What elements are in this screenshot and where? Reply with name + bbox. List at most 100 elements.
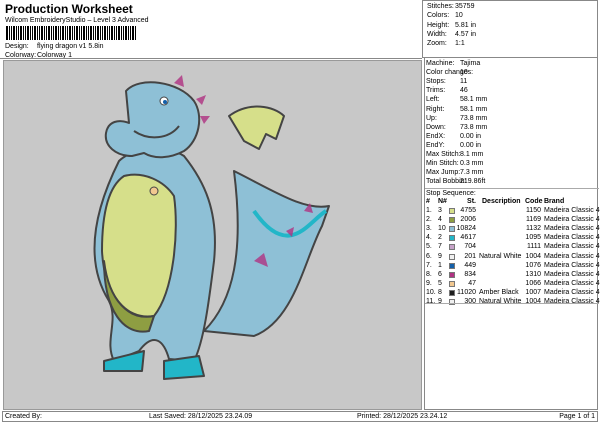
info-label: Stops: <box>426 78 446 86</box>
stop-num: 5. <box>426 243 432 251</box>
barcode-bar <box>97 26 99 40</box>
barcode-bar <box>114 26 115 40</box>
summary-value: 1:1 <box>455 40 465 48</box>
design-name: flying dragon v1 5.8in <box>37 43 104 50</box>
color-swatch-icon <box>449 299 455 305</box>
summary-label: Stitches: <box>427 3 454 10</box>
barcode-bar <box>123 26 124 40</box>
barcode-bar <box>90 26 92 40</box>
stop-num: 10. <box>426 288 436 296</box>
summary-label: Width: <box>427 30 447 38</box>
info-value: 7.3 mm <box>460 169 484 177</box>
barcode-bar <box>135 26 136 40</box>
barcode-bar <box>116 26 117 40</box>
thread-brand: Madeira Classic 40 <box>544 207 600 214</box>
needle-number: 1 <box>438 261 442 269</box>
color-swatch-icon <box>449 289 455 296</box>
thread-code: 1004 <box>525 252 541 260</box>
thread-code: 1007 <box>525 288 541 296</box>
barcode-bar <box>51 26 52 40</box>
barcode-bar <box>60 26 61 40</box>
summary-row: Zoom: 1:1 <box>427 40 465 47</box>
info-label: Left: <box>426 96 440 104</box>
color-swatch-icon <box>449 262 455 269</box>
stitch-count: 834 <box>464 270 476 278</box>
stop-num: 2. <box>426 216 432 224</box>
barcode-bar <box>100 26 101 40</box>
info-row: Trims: 46 <box>426 87 468 94</box>
barcode-bar <box>121 26 122 40</box>
dragon-embroidery-image <box>93 75 330 380</box>
summary-row: Height: 5.81 in <box>427 22 476 29</box>
color-swatch-icon <box>449 253 455 260</box>
col-brand: Brand <box>544 198 565 205</box>
info-value: 73.8 mm <box>460 123 488 131</box>
info-value: 58.1 mm <box>460 105 488 113</box>
info-row: Left: 58.1 mm <box>426 96 487 104</box>
barcode-bar <box>76 26 78 40</box>
stop-row: 3. 10 10824 1132 Madeira Classic 40 <box>425 225 600 234</box>
barcode-bar <box>81 26 82 40</box>
barcode-bar <box>111 26 113 40</box>
stop-num: 9. <box>426 279 432 287</box>
design-preview <box>3 60 422 410</box>
info-row: Stops: 11 <box>426 78 467 86</box>
barcode-bar <box>20 26 22 40</box>
stitch-count: 4617 <box>460 234 476 242</box>
thread-brand: Madeira Classic 40 <box>544 225 600 233</box>
stop-row: 7. 1 449 1076 Madeira Classic 40 <box>425 261 600 271</box>
needle-number: 10 <box>438 225 446 233</box>
thread-code: 1095 <box>525 234 541 242</box>
thread-code: 1150 <box>525 207 541 214</box>
stop-row: 4. 2 4617 1095 Madeira Classic 40 <box>425 234 600 243</box>
barcode-bar <box>69 26 71 40</box>
barcode-bar <box>58 26 59 40</box>
info-label: EndY: <box>426 141 445 149</box>
thread-brand: Madeira Classic 40 <box>544 252 600 260</box>
info-value: 8.1 mm <box>460 151 484 158</box>
barcode-bar <box>34 26 36 40</box>
col-num: # <box>426 198 430 205</box>
info-row: Right: 58.1 mm <box>426 106 487 113</box>
barcode-bar <box>9 26 10 40</box>
summary-value: 35759 <box>455 3 475 10</box>
barcode-bar <box>65 26 66 40</box>
info-label: Max Stitch: <box>426 151 461 158</box>
page-number: Page 1 of 1 <box>559 413 595 420</box>
barcode-bar <box>11 26 12 40</box>
stop-num: 8. <box>426 270 432 278</box>
info-row: Max Jump: 7.3 mm <box>426 169 483 177</box>
barcode-bar <box>128 26 129 40</box>
barcode-bar <box>104 26 106 40</box>
col-description: Description <box>482 198 521 205</box>
stitch-count: 201 <box>464 252 476 260</box>
info-label: Max Jump: <box>426 169 461 177</box>
stop-num: 1. <box>426 207 432 214</box>
info-row: Max Stitch: 8.1 mm <box>426 151 483 158</box>
barcode-bar <box>48 26 50 40</box>
info-row: Min Stitch: 0.3 mm <box>426 160 483 167</box>
color-swatch-icon <box>449 208 455 214</box>
thread-brand: Madeira Classic 40 <box>544 243 600 251</box>
thread-brand: Madeira Classic 40 <box>544 261 600 269</box>
color-swatch-icon <box>449 271 455 278</box>
barcode-bar <box>67 26 68 40</box>
stitch-count: 47 <box>468 279 476 287</box>
needle-number: 6 <box>438 270 442 278</box>
summary-row: Colors: 10 <box>427 12 463 19</box>
stitch-count: 2006 <box>460 216 476 224</box>
summary-value: 10 <box>455 12 463 20</box>
stop-row: 1. 3 4755 1150 Madeira Classic 40 <box>425 207 600 216</box>
stop-table-header: # N# St. Description Code Brand <box>425 198 599 207</box>
col-needle: N# <box>438 198 447 205</box>
barcode-bar <box>72 26 73 40</box>
barcode-bar <box>88 26 89 40</box>
barcode-bar <box>39 26 40 40</box>
barcode-bar <box>125 26 127 40</box>
color-swatch-icon <box>449 217 455 224</box>
barcode-bar <box>37 26 38 40</box>
color-swatch-icon <box>449 226 455 233</box>
barcode-bar <box>30 26 31 40</box>
info-value: Tajima <box>460 60 481 67</box>
needle-number: 3 <box>438 207 442 214</box>
